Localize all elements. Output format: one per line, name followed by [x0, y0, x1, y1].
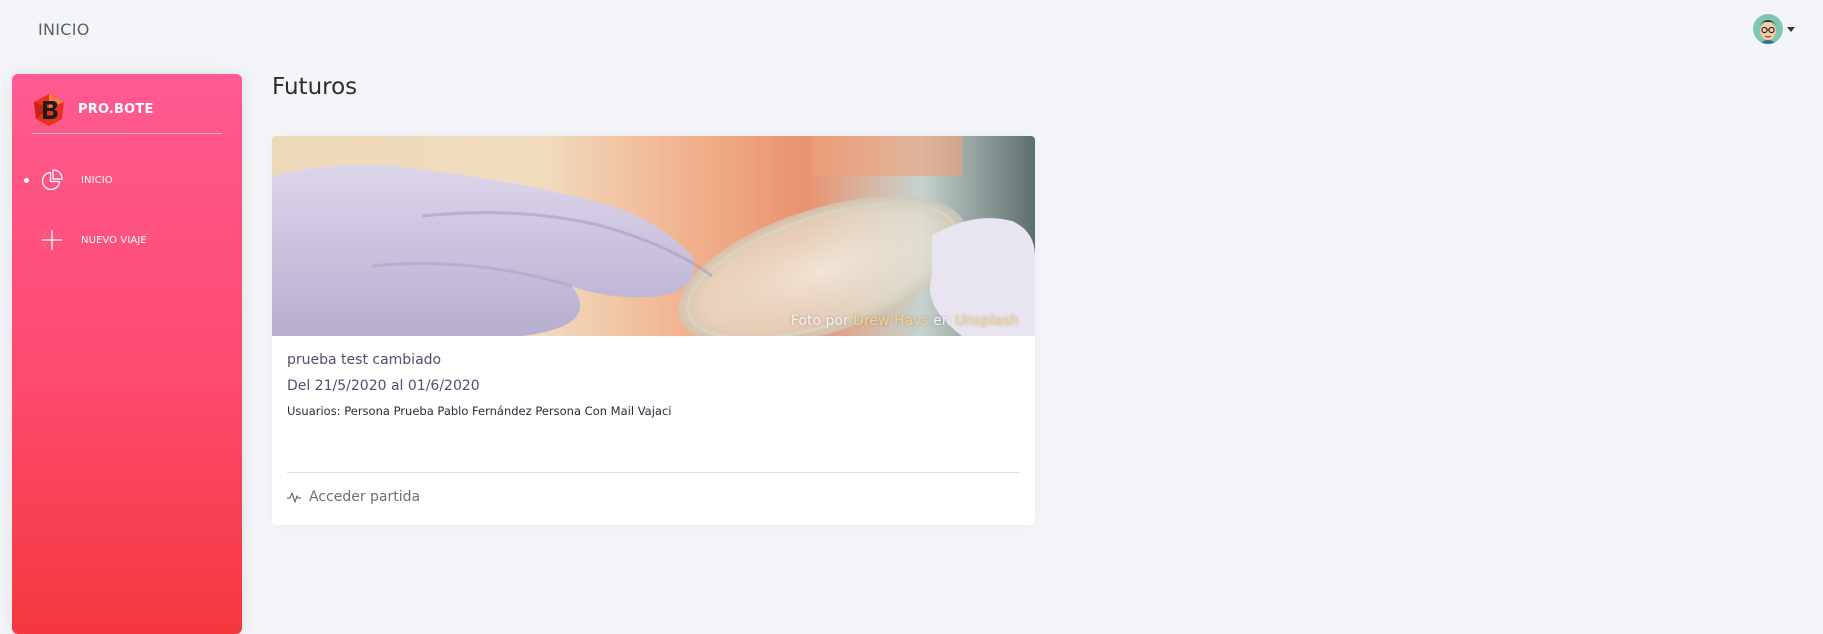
sidebar-item-label: NUEVO VIAJE: [81, 234, 147, 246]
sidebar-item-nuevo-viaje[interactable]: NUEVO VIAJE: [12, 220, 242, 260]
user-menu[interactable]: [1753, 14, 1795, 44]
chevron-down-icon[interactable]: [1787, 26, 1795, 32]
sidebar: PRO.BOTE INICIO NUEVO VIAJE: [12, 74, 242, 634]
brand[interactable]: PRO.BOTE: [32, 86, 222, 134]
photo-credit-prefix: Foto por: [790, 313, 849, 329]
photo-author-link[interactable]: Drew Hays: [853, 313, 928, 329]
plus-icon: [42, 230, 62, 250]
brand-name: PRO.BOTE: [78, 102, 154, 117]
logo-icon: [34, 93, 64, 126]
trip-dates: Del 21/5/2020 al 01/6/2020: [287, 378, 480, 394]
access-game-label: Acceder partida: [309, 489, 421, 505]
photo-credit-joiner: en: [933, 313, 951, 329]
pie-chart-icon: [41, 169, 63, 191]
trip-card: Foto por Drew Hays en Unsplash prueba te…: [272, 136, 1035, 525]
trip-users: Usuarios: Persona Prueba Pablo Fernández…: [287, 404, 672, 418]
page-breadcrumb[interactable]: INICIO: [38, 20, 90, 39]
sidebar-item-inicio[interactable]: INICIO: [12, 160, 242, 200]
divider: [287, 472, 1020, 473]
avatar[interactable]: [1753, 14, 1783, 44]
card-photo: Foto por Drew Hays en Unsplash: [272, 136, 1035, 336]
sidebar-item-label: INICIO: [81, 174, 113, 186]
activity-icon: [287, 492, 301, 503]
photo-credit: Foto por Drew Hays en Unsplash: [791, 313, 1019, 329]
active-indicator: [24, 177, 29, 183]
photo-source-link[interactable]: Unsplash: [955, 313, 1019, 329]
top-navbar: INICIO: [0, 0, 1823, 62]
access-game-link[interactable]: Acceder partida: [287, 489, 420, 505]
page-title: Futuros: [272, 74, 358, 100]
trip-name: prueba test cambiado: [287, 352, 442, 368]
